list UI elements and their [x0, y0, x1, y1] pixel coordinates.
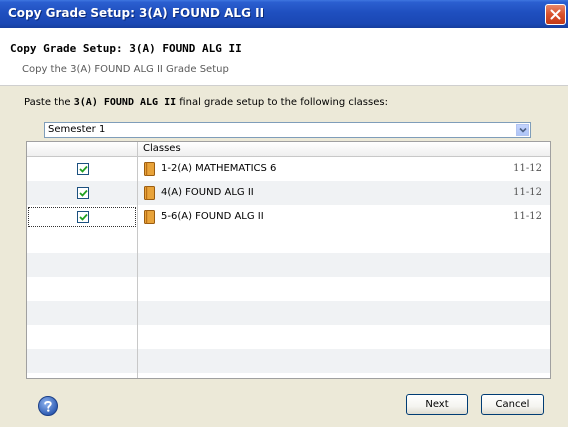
header-subtitle: Copy the 3(A) FOUND ALG II Grade Setup	[22, 64, 229, 75]
term-select-value: Semester 1	[48, 124, 106, 135]
row-checkbox[interactable]	[77, 187, 89, 199]
close-button[interactable]	[545, 4, 566, 25]
grade-range: 11-12	[513, 163, 542, 174]
table-row[interactable]: 4(A) FOUND ALG II 11-12	[27, 181, 550, 205]
header-panel: Copy Grade Setup: 3(A) FOUND ALG II Copy…	[0, 28, 568, 86]
term-select-arrow[interactable]	[516, 124, 529, 136]
empty-row	[27, 301, 550, 325]
column-divider[interactable]	[137, 142, 138, 378]
term-select[interactable]: Semester 1	[44, 122, 531, 138]
grid-header: Classes	[27, 142, 550, 157]
checkmark-icon	[78, 189, 88, 197]
instruction-prefix: Paste the	[24, 97, 74, 108]
close-icon	[550, 9, 561, 20]
class-name: 4(A) FOUND ALG II	[161, 187, 254, 198]
instruction-text: Paste the 3(A) FOUND ALG II final grade …	[24, 97, 388, 108]
instruction-suffix: final grade setup to the following class…	[176, 97, 388, 108]
grade-range: 11-12	[513, 187, 542, 198]
window-titlebar[interactable]: Copy Grade Setup: 3(A) FOUND ALG II	[0, 0, 568, 28]
book-icon	[144, 186, 155, 200]
classes-grid: Classes 1-2(A) MATHEMATICS 6 11-12 4(A) …	[26, 141, 551, 379]
table-row[interactable]: 1-2(A) MATHEMATICS 6 11-12	[27, 157, 550, 181]
book-icon	[144, 162, 155, 176]
next-button[interactable]: Next	[406, 394, 468, 415]
window-title: Copy Grade Setup: 3(A) FOUND ALG II	[8, 6, 265, 20]
class-name: 5-6(A) FOUND ALG II	[161, 211, 264, 222]
checkmark-icon	[78, 165, 88, 173]
grade-range: 11-12	[513, 211, 542, 222]
row-checkbox[interactable]	[77, 163, 89, 175]
chevron-down-icon	[518, 127, 527, 133]
book-icon	[144, 210, 155, 224]
help-icon[interactable]	[38, 396, 58, 416]
class-name: 1-2(A) MATHEMATICS 6	[161, 163, 277, 174]
row-checkbox[interactable]	[77, 211, 89, 223]
empty-row	[27, 349, 550, 373]
checkmark-icon	[78, 213, 88, 221]
empty-row	[27, 253, 550, 277]
instruction-source-class: 3(A) FOUND ALG II	[73, 97, 177, 108]
grid-header-classes[interactable]: Classes	[143, 143, 181, 154]
header-title: Copy Grade Setup: 3(A) FOUND ALG II	[10, 42, 242, 55]
table-row[interactable]: 5-6(A) FOUND ALG II 11-12	[27, 205, 550, 229]
cancel-button[interactable]: Cancel	[481, 394, 544, 415]
